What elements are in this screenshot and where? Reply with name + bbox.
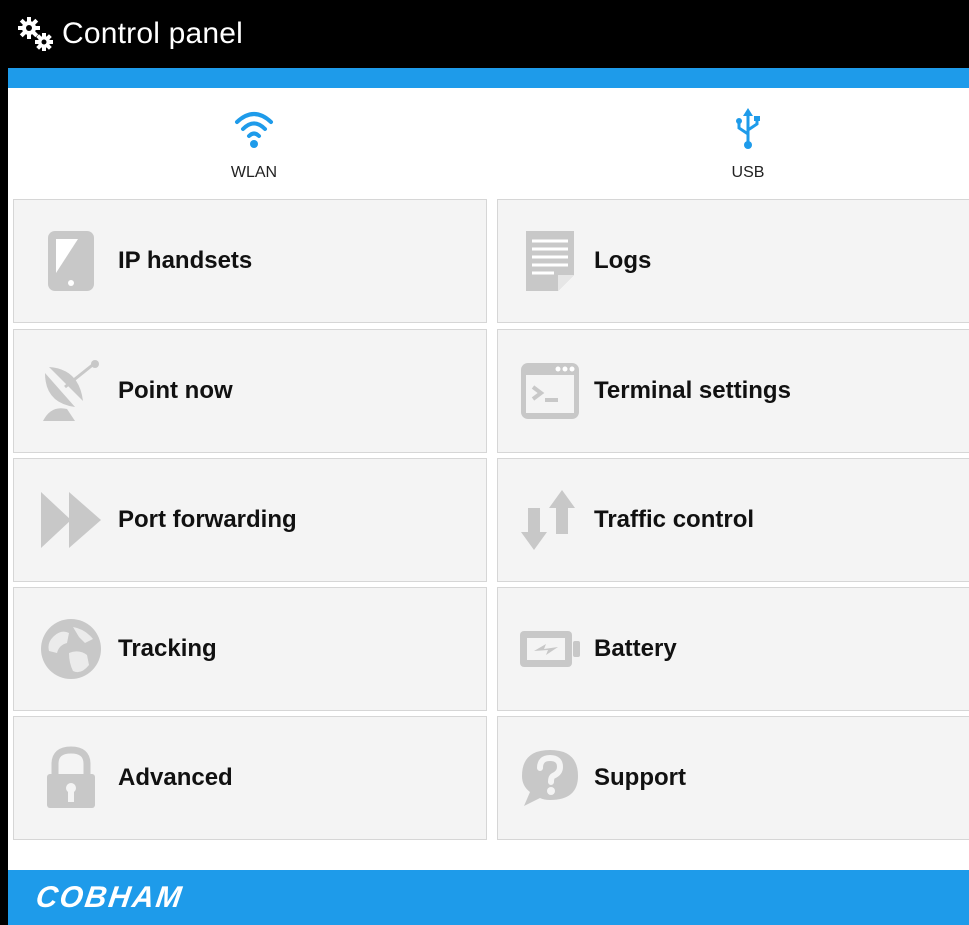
page-title: Control panel <box>62 17 244 50</box>
point-now-tile[interactable]: Point now <box>13 329 487 453</box>
point-now-label: Point now <box>118 377 233 404</box>
fast-forward-icon <box>36 485 106 555</box>
logs-tile[interactable]: Logs <box>497 199 969 323</box>
wlan-button[interactable]: WLAN <box>134 88 374 198</box>
usb-button[interactable]: USB <box>628 88 868 198</box>
terminal-settings-tile[interactable]: Terminal settings <box>497 329 969 453</box>
tracking-label: Tracking <box>118 635 217 662</box>
header-bar: Control panel <box>8 0 969 68</box>
tracking-tile[interactable]: Tracking <box>13 587 487 711</box>
ip-handsets-label: IP handsets <box>118 247 253 274</box>
port-forwarding-tile[interactable]: Port forwarding <box>13 458 487 582</box>
terminal-window-icon <box>514 356 586 426</box>
battery-tile[interactable]: Battery <box>497 587 969 711</box>
advanced-label: Advanced <box>118 764 233 791</box>
footer-bar: COBHAM <box>8 870 969 925</box>
support-tile[interactable]: Support <box>497 716 969 840</box>
logs-label: Logs <box>594 247 652 274</box>
satellite-dish-icon <box>36 356 106 426</box>
quick-access-bar: WLAN USB <box>8 88 969 198</box>
port-forwarding-label: Port forwarding <box>118 506 297 533</box>
advanced-tile[interactable]: Advanced <box>13 716 487 840</box>
padlock-icon <box>36 743 106 813</box>
globe-icon <box>36 614 106 684</box>
log-document-icon <box>514 226 586 296</box>
battery-label: Battery <box>594 635 677 662</box>
traffic-control-tile[interactable]: Traffic control <box>497 458 969 582</box>
handset-icon <box>36 226 106 296</box>
usb-label: USB <box>731 164 765 181</box>
cobham-logo: COBHAM <box>33 880 186 914</box>
support-label: Support <box>594 764 686 791</box>
question-bubble-icon <box>514 743 586 813</box>
usb-icon <box>733 108 763 150</box>
accent-strip <box>8 68 969 88</box>
traffic-control-label: Traffic control <box>594 506 755 533</box>
terminal-settings-label: Terminal settings <box>594 377 791 404</box>
up-down-arrows-icon <box>514 485 586 555</box>
control-panel-window: Control panel WLAN USB IP handsets Logs … <box>0 0 969 925</box>
gears-icon <box>16 13 58 55</box>
ip-handsets-tile[interactable]: IP handsets <box>13 199 487 323</box>
battery-icon <box>514 614 586 684</box>
wlan-label: WLAN <box>230 164 278 181</box>
wifi-icon <box>234 108 274 150</box>
